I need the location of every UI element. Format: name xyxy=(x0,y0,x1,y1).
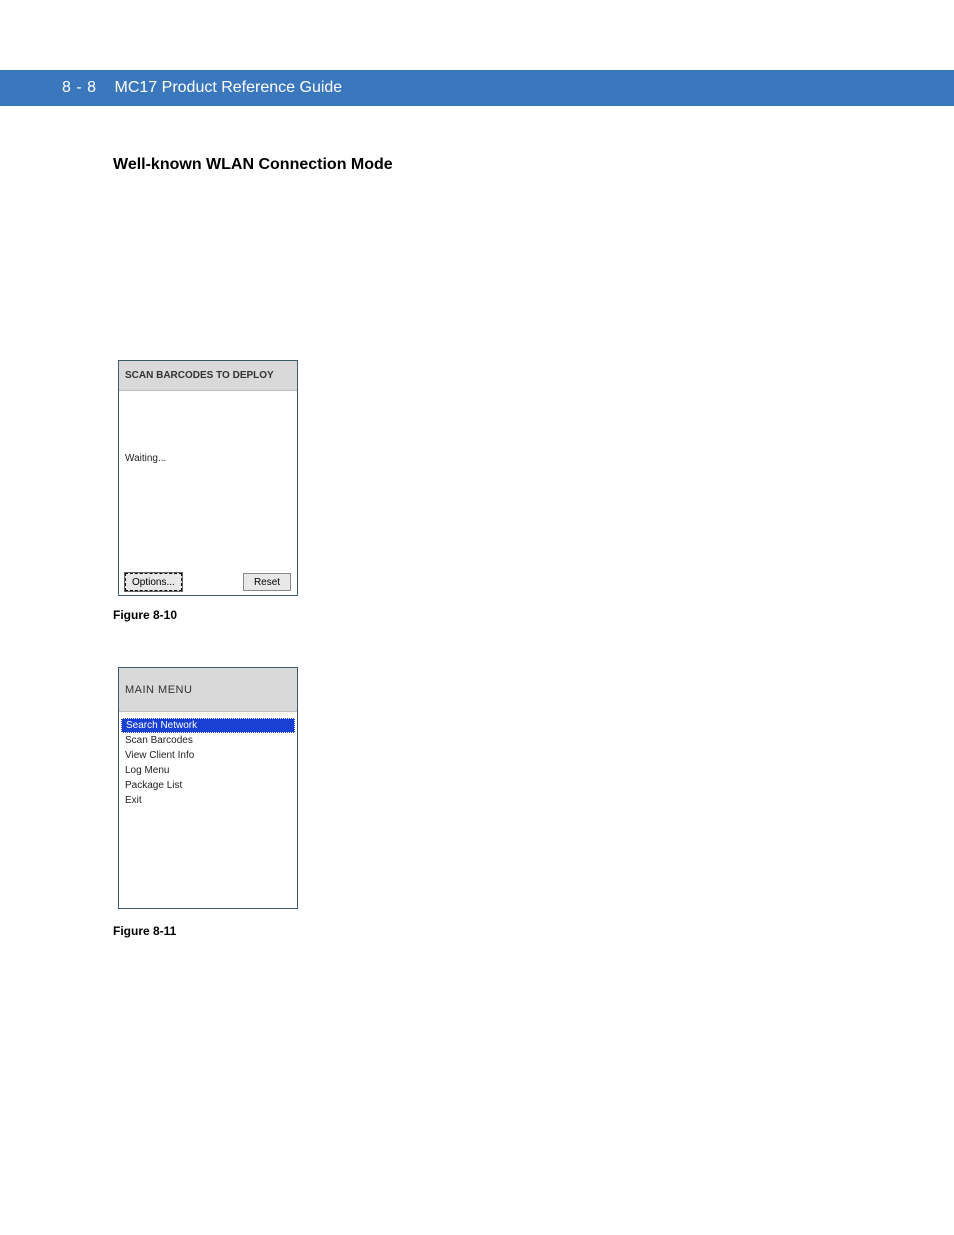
menu-item-view-client-info[interactable]: View Client Info xyxy=(119,748,297,763)
screen-titlebar: MAIN MENU xyxy=(119,668,297,712)
document-page: 8 - 8 MC17 Product Reference Guide Well-… xyxy=(0,0,954,1235)
menu-item-scan-barcodes[interactable]: Scan Barcodes xyxy=(119,733,297,748)
screen-titlebar: SCAN BARCODES TO DEPLOY xyxy=(119,361,297,391)
menu-item-log-menu[interactable]: Log Menu xyxy=(119,763,297,778)
page-header-bar: 8 - 8 MC17 Product Reference Guide xyxy=(0,70,954,106)
document-title: MC17 Product Reference Guide xyxy=(115,79,343,97)
screen-body: Waiting... Options... Reset xyxy=(119,391,297,595)
page-number: 8 - 8 xyxy=(62,79,97,97)
device-screen-main-menu: MAIN MENU Search Network Scan Barcodes V… xyxy=(118,667,298,909)
reset-button[interactable]: Reset xyxy=(243,573,291,591)
figure-caption: Figure 8-11 xyxy=(113,924,176,938)
section-heading: Well-known WLAN Connection Mode xyxy=(113,156,393,174)
status-text-waiting: Waiting... xyxy=(125,453,166,464)
main-menu-list: Search Network Scan Barcodes View Client… xyxy=(119,712,297,808)
menu-item-package-list[interactable]: Package List xyxy=(119,778,297,793)
menu-item-exit[interactable]: Exit xyxy=(119,793,297,808)
device-screen-scan-barcodes: SCAN BARCODES TO DEPLOY Waiting... Optio… xyxy=(118,360,298,596)
menu-item-search-network[interactable]: Search Network xyxy=(121,718,295,733)
figure-caption: Figure 8-10 xyxy=(113,608,177,622)
options-button[interactable]: Options... xyxy=(125,573,182,591)
